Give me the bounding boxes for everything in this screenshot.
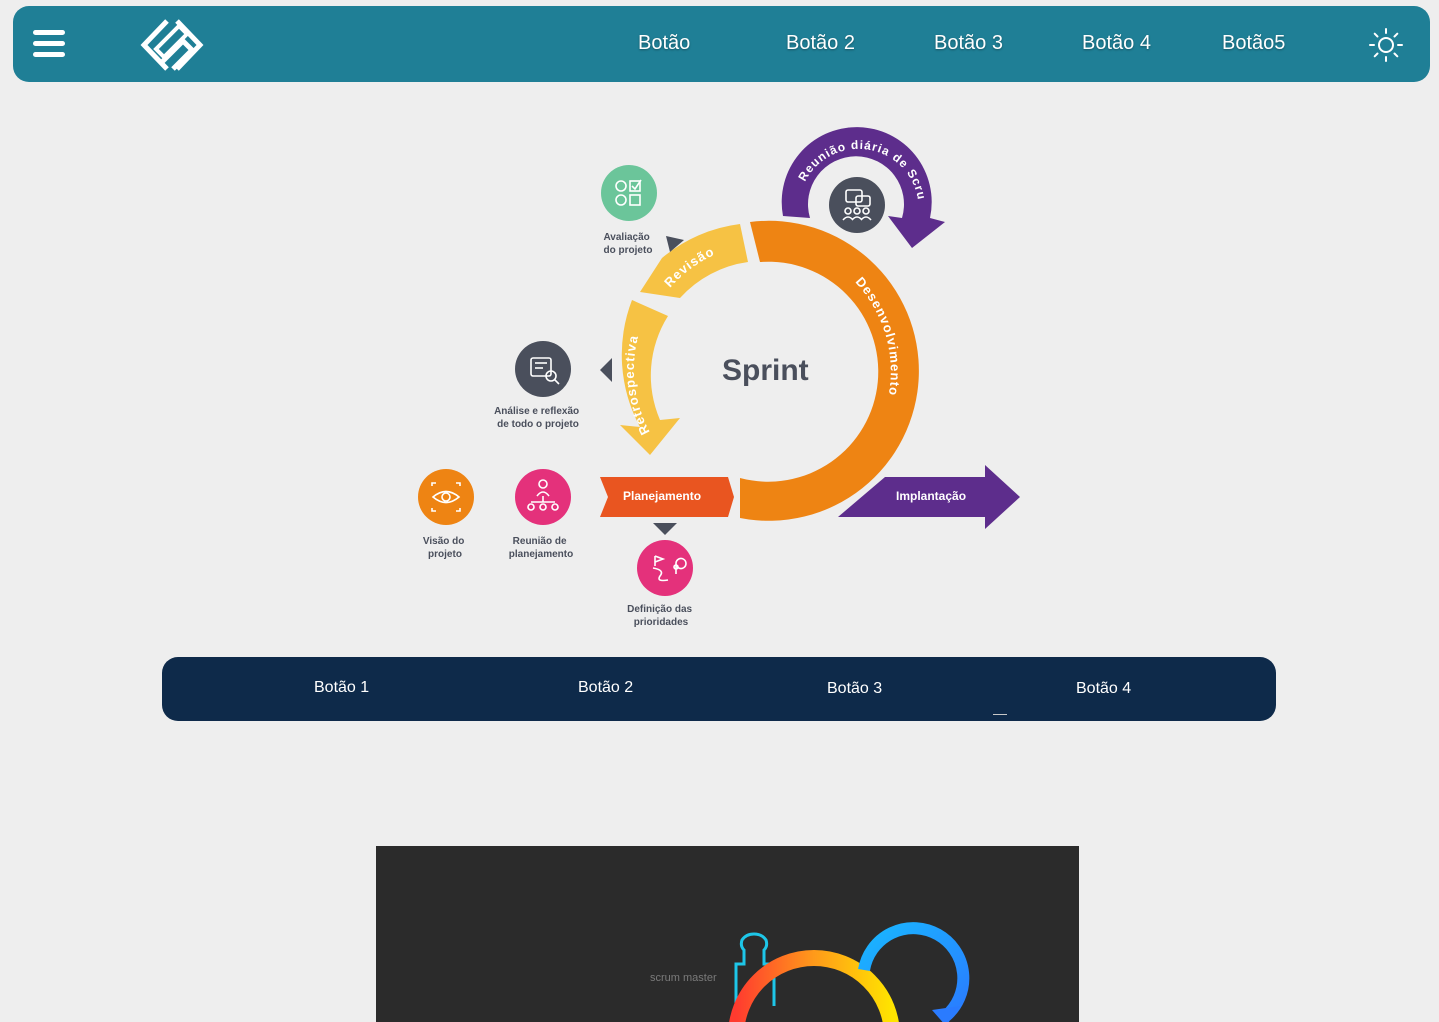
scrum-video-panel[interactable]: scrum master xyxy=(376,846,1079,1022)
subnav-button-4[interactable]: Botão 4 xyxy=(1076,680,1131,698)
priorities-caption: Definição das prioridades xyxy=(627,604,695,628)
nav-button-2[interactable]: Botão 2 xyxy=(786,32,855,55)
subnav-button-3[interactable]: Botão 3 xyxy=(827,680,882,698)
planning-label: Planejamento xyxy=(623,489,701,503)
nav-button-4[interactable]: Botão 4 xyxy=(1082,32,1151,55)
nav-button-5[interactable]: Botão5 xyxy=(1222,32,1285,55)
theme-toggle-sun-icon[interactable] xyxy=(1369,28,1403,62)
nav-button-3[interactable]: Botão 3 xyxy=(934,32,1003,55)
top-navbar: Botão Botão 2 Botão 3 Botão 4 Botão5 xyxy=(13,6,1430,82)
retrospective-pointer xyxy=(600,358,612,382)
scrum-master-figure-icon xyxy=(729,922,970,1022)
subnav-button-1[interactable]: Botão 1 xyxy=(314,679,369,697)
sprint-center-label: Sprint xyxy=(722,354,809,387)
brand-logo-icon[interactable] xyxy=(137,16,207,74)
nav-button-1[interactable]: Botão xyxy=(638,32,690,55)
vision-eye-icon xyxy=(418,469,474,525)
planning-down-pointer xyxy=(653,523,677,535)
analysis-icon xyxy=(515,341,571,397)
deployment-label: Implantação xyxy=(896,489,966,503)
analysis-caption: Análise e reflexão de todo o projeto xyxy=(494,406,582,430)
subnav-indicator xyxy=(993,714,1007,715)
secondary-navbar: Botão 1 Botão 2 Botão 3 Botão 4 xyxy=(162,657,1276,721)
subnav-button-2[interactable]: Botão 2 xyxy=(578,679,633,697)
vision-caption: Visão do projeto xyxy=(423,536,467,560)
evaluation-caption: Avaliação do projeto xyxy=(603,232,652,256)
hamburger-menu-icon[interactable] xyxy=(33,30,65,58)
planning-meeting-caption: Reunião de planejamento xyxy=(509,536,573,560)
evaluation-icon xyxy=(601,165,657,221)
sprint-cycle-diagram: Desenvolvimento Revisão Retrospectiva Sp… xyxy=(400,118,1020,628)
